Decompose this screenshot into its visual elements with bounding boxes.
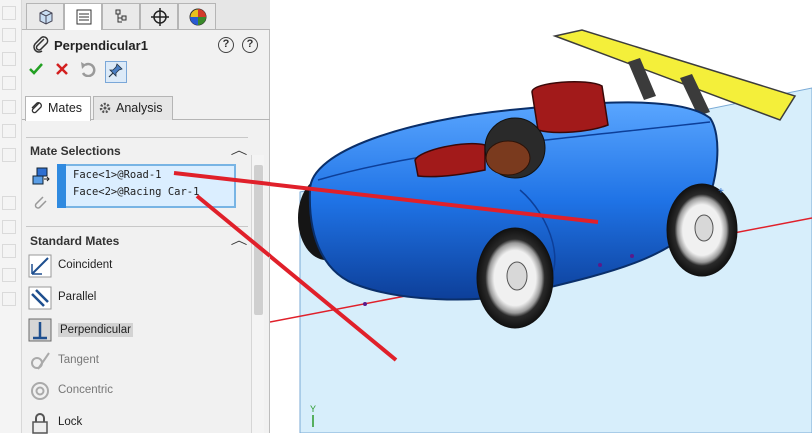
tab-mates-label: Mates [48, 101, 83, 115]
driver-face [485, 140, 531, 176]
ghost-tool-icon [2, 292, 16, 306]
manager-tab-bar [22, 0, 270, 30]
triad-y-label: Y [310, 404, 317, 414]
feature-title: Perpendicular1 [54, 38, 148, 53]
tab-feature-manager[interactable] [26, 3, 64, 29]
concentric-icon [31, 382, 49, 400]
mate-selections-header: Mate Selections [30, 144, 121, 158]
tab-analysis-label: Analysis [116, 101, 163, 115]
ok-check-icon [29, 63, 43, 75]
standard-mates-header: Standard Mates [30, 234, 120, 248]
mate-label: Perpendicular [58, 323, 133, 337]
ghost-tool-icon [2, 6, 16, 20]
tab-dimxpert-manager[interactable] [140, 3, 178, 29]
dimxpert-icon [151, 8, 169, 26]
cancel-button[interactable] [51, 61, 73, 83]
mate-concentric[interactable]: Concentric [28, 379, 228, 405]
help-button[interactable]: ? [242, 37, 258, 53]
tab-configuration-manager[interactable] [102, 3, 140, 29]
multiple-mate-icon [34, 196, 47, 209]
tab-display-manager[interactable] [178, 3, 216, 29]
mate-marker [630, 254, 634, 258]
configuration-manager-icon [115, 9, 127, 23]
tab-analysis[interactable]: Analysis [93, 96, 173, 120]
selection-item-road-face[interactable]: Face<1>@Road-1 [73, 169, 162, 181]
help-glyph: ? [222, 38, 230, 50]
whats-wrong-help-button[interactable]: ? [218, 37, 234, 53]
left-tool-strip [0, 0, 22, 433]
divider [26, 226, 248, 227]
viewport-canvas: + [173, 29, 812, 434]
tangent-icon [31, 352, 50, 370]
tab-mates[interactable]: Mates [25, 96, 91, 121]
ghost-tool-icon [2, 124, 16, 138]
coincident-icon [28, 254, 52, 278]
mate-label: Lock [58, 416, 83, 428]
paperclip-mate-icon [33, 36, 49, 53]
display-manager-icon [189, 8, 207, 26]
ghost-tool-icon [2, 196, 16, 210]
mate-parallel[interactable]: Parallel [28, 286, 228, 312]
ghost-tool-icon [2, 268, 16, 282]
divider [26, 137, 248, 138]
help-glyph: ? [246, 38, 254, 50]
mates-analysis-tabs: Mates Analysis [22, 94, 270, 121]
ok-button[interactable] [25, 61, 47, 83]
mate-label: Parallel [58, 291, 97, 303]
mate-perpendicular[interactable]: Perpendicular [28, 318, 228, 344]
feature-manager-icon [39, 9, 53, 25]
mate-label: Tangent [58, 354, 99, 366]
ghost-tool-icon [2, 244, 16, 258]
mate-marker [363, 302, 367, 306]
keep-visible-button[interactable] [105, 61, 127, 83]
ghost-tool-icon [2, 76, 16, 90]
mate-label: Concentric [58, 384, 113, 396]
mate-marker [598, 263, 602, 267]
property-manager-panel: Perpendicular1 ? ? Mates Analysis Mate S… [22, 0, 270, 434]
undo-icon [81, 62, 96, 78]
panel-scrollbar[interactable] [251, 155, 264, 433]
mate-selections-list[interactable]: Face<1>@Road-1 Face<2>@Racing Car-1 [57, 164, 236, 208]
graphics-area[interactable]: + Y [173, 0, 812, 434]
mate-coincident[interactable]: Coincident [28, 254, 228, 280]
selection-item-car-face[interactable]: Face<2>@Racing Car-1 [73, 186, 199, 198]
lock-icon [32, 413, 48, 434]
tab-property-manager[interactable] [64, 3, 102, 30]
undo-button[interactable] [77, 61, 99, 83]
driver-seat [531, 81, 609, 134]
gear-icon [99, 102, 111, 114]
scrollbar-thumb[interactable] [254, 165, 263, 315]
ghost-tool-icon [2, 100, 16, 114]
mate-label: Coincident [58, 259, 113, 271]
perpendicular-icon [28, 318, 52, 342]
ghost-tool-icon [2, 52, 16, 66]
collapse-chevron-icon[interactable]: ︿ [231, 231, 248, 248]
mate-tangent[interactable]: Tangent [28, 349, 228, 375]
paperclip-icon [31, 102, 42, 114]
ghost-tool-icon [2, 148, 16, 162]
pushpin-icon [108, 63, 123, 78]
selection-accent-bar [57, 164, 66, 208]
ghost-tool-icon [2, 220, 16, 234]
collapse-chevron-icon[interactable]: ︿ [231, 141, 248, 158]
parallel-icon [28, 286, 52, 310]
mate-selections-icon [32, 167, 50, 185]
ghost-tool-icon [2, 28, 16, 42]
mate-lock[interactable]: Lock [28, 411, 228, 437]
property-manager-icon [76, 9, 92, 25]
cancel-x-icon [56, 63, 68, 75]
svg-text:+: + [718, 186, 724, 197]
